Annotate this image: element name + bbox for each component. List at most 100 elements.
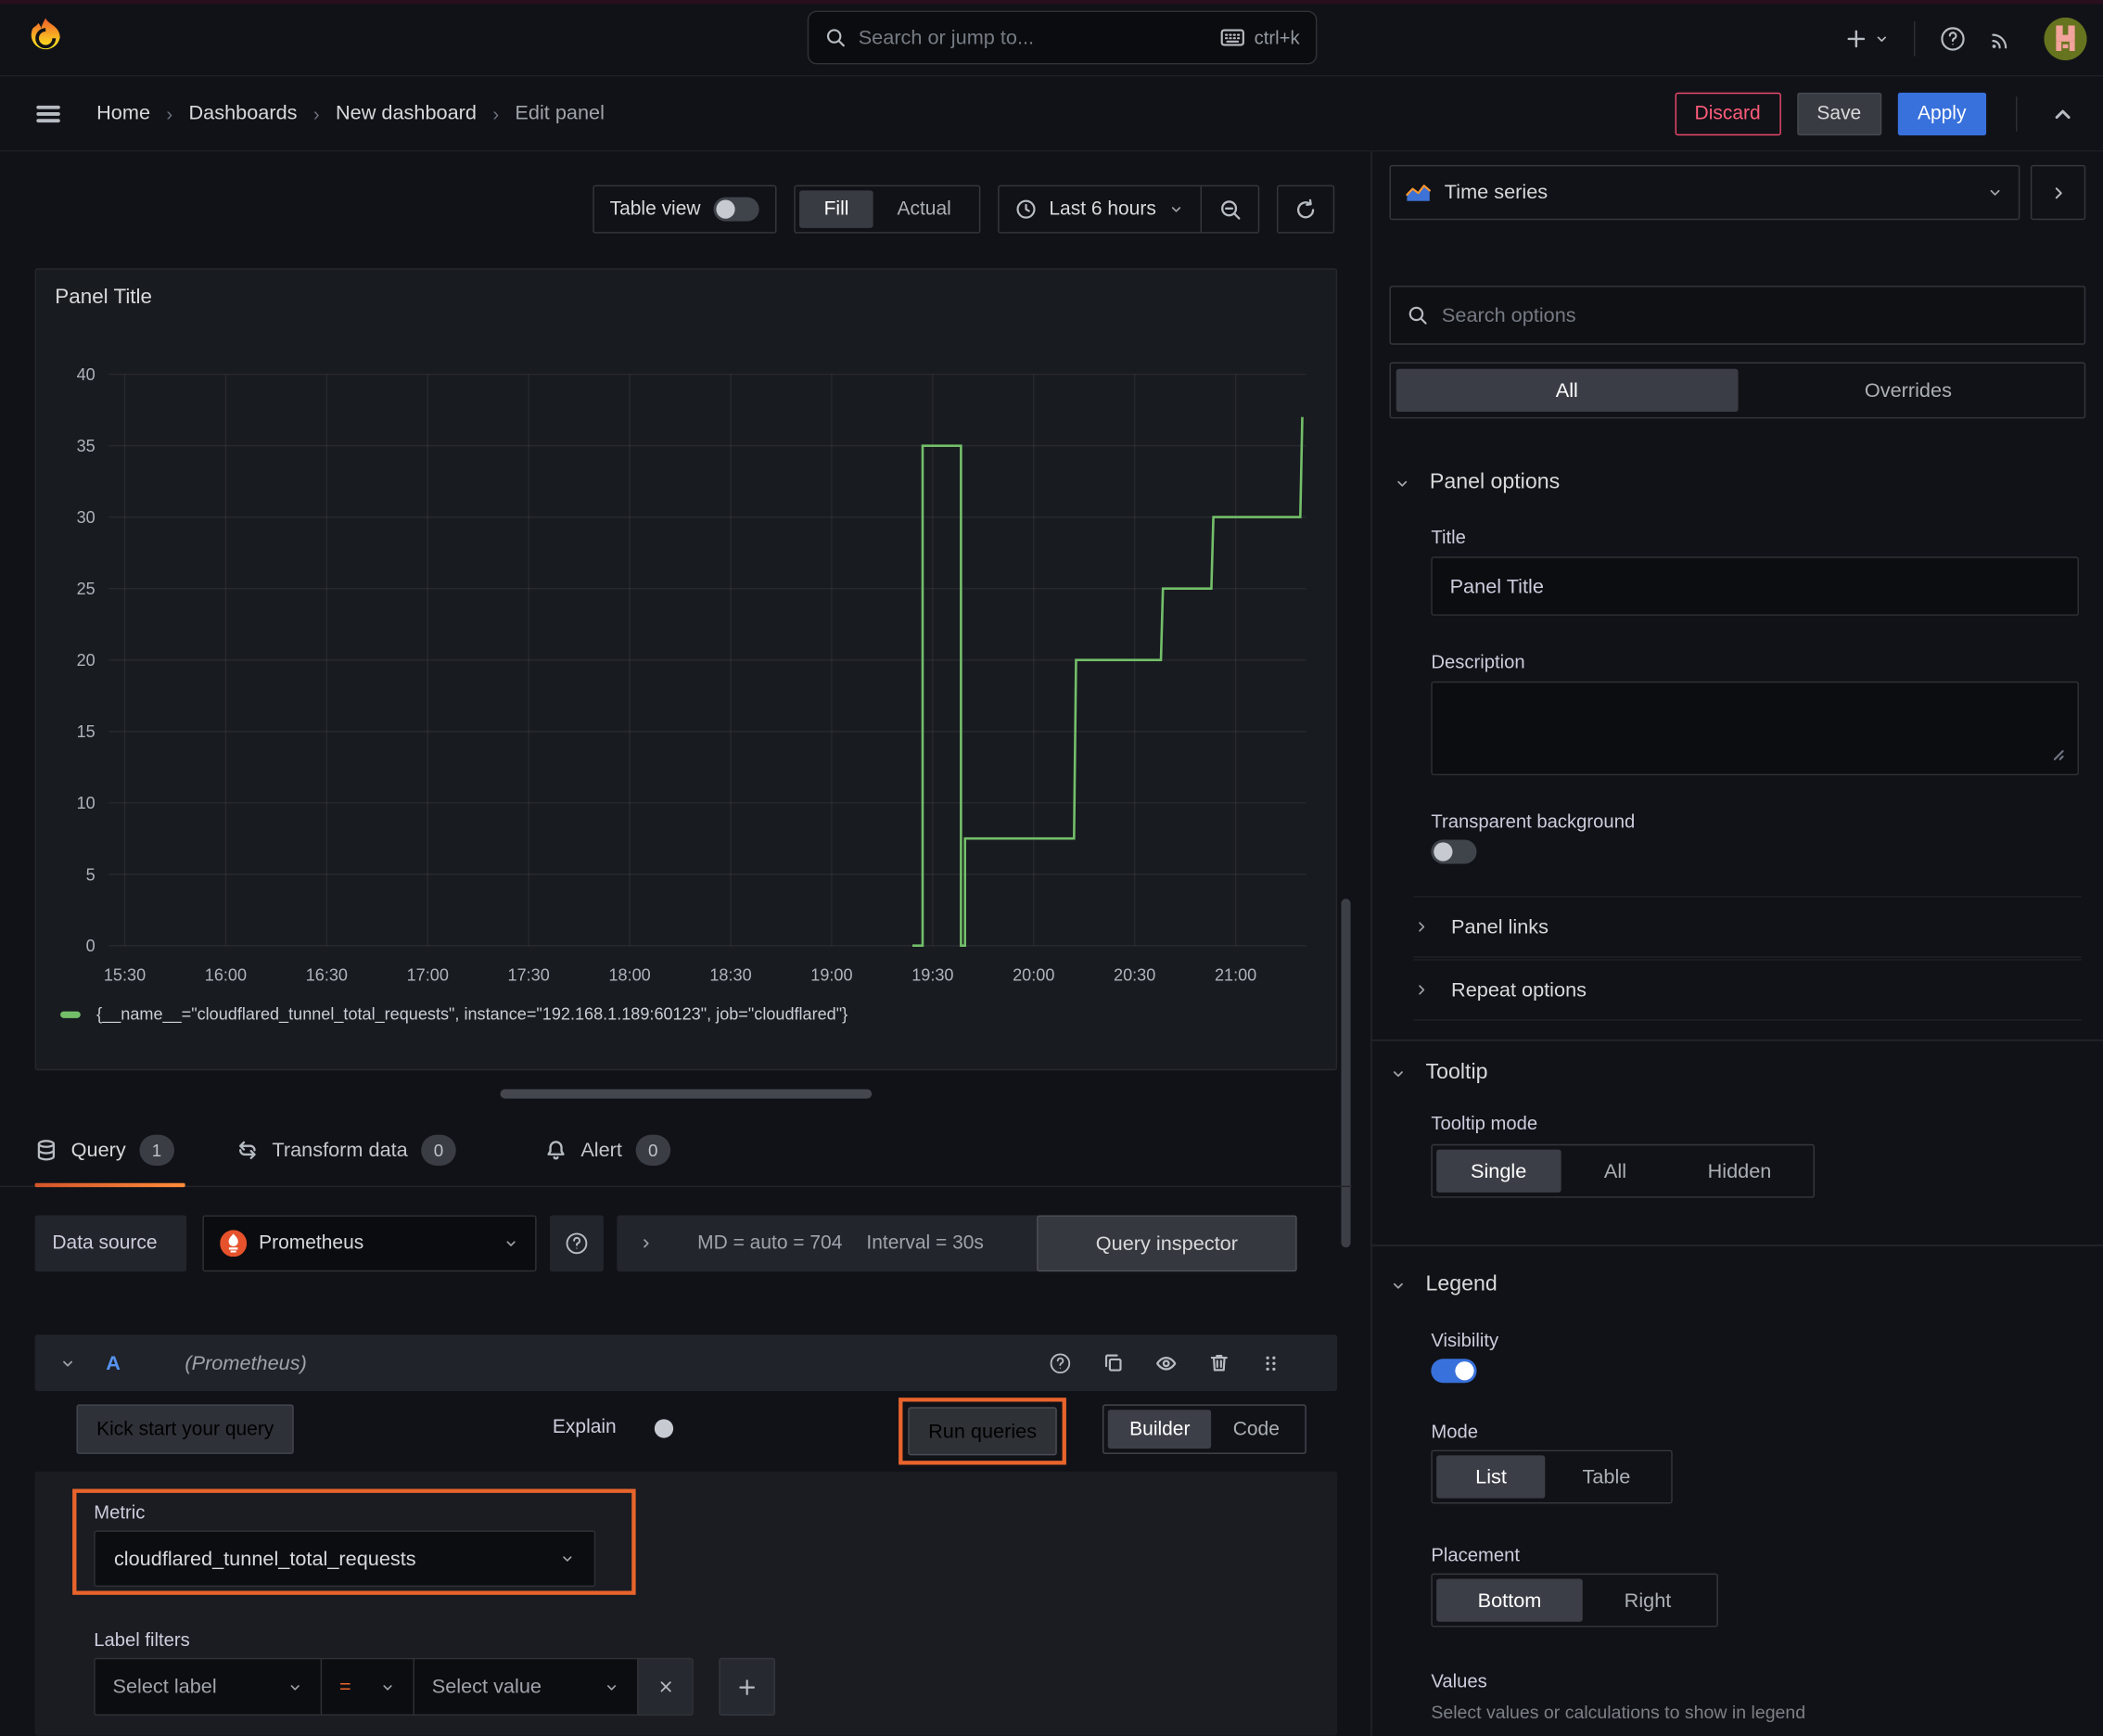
visualization-name: Time series (1444, 181, 1549, 204)
tooltip-hidden-option[interactable]: Hidden (1670, 1150, 1809, 1193)
tab-all-options[interactable]: All (1396, 368, 1738, 413)
toggle-viz-picker-button[interactable] (2030, 164, 2086, 221)
table-view-control[interactable]: Table view (592, 185, 777, 234)
add-filter-button[interactable] (719, 1657, 776, 1716)
time-series-chart[interactable]: 0 5 10 15 20 25 30 35 40 15:30 16:00 16:30 17:00 17:3… (36, 351, 1338, 997)
legend-list-option[interactable]: List (1436, 1455, 1546, 1499)
help-button[interactable] (1929, 17, 1977, 59)
topbar-divider (1914, 20, 1916, 57)
vertical-scrollbar-thumb[interactable] (1341, 899, 1351, 1248)
refresh-button[interactable] (1276, 185, 1335, 234)
chart-panel: Panel Title 0 5 10 15 20 25 30 35 40 15:30 16:00 16… (34, 268, 1338, 1071)
add-new-button[interactable] (1833, 17, 1900, 59)
collapse-query-icon[interactable] (59, 1354, 77, 1372)
tab-overrides[interactable]: Overrides (1738, 369, 2079, 412)
transparent-background-toggle[interactable] (1431, 839, 1477, 864)
panel-description-textarea[interactable] (1431, 681, 2079, 776)
breadcrumb-dashboards[interactable]: Dashboards (188, 102, 297, 125)
select-label-dropdown[interactable]: Select label (94, 1657, 323, 1716)
legend-visibility-label: Visibility (1431, 1329, 1499, 1351)
placement-right-option[interactable]: Right (1583, 1578, 1713, 1621)
run-queries-button[interactable]: Run queries (908, 1407, 1057, 1456)
query-builder-body: Metric cloudflared_tunnel_total_requests… (34, 1471, 1338, 1736)
legend-table-option[interactable]: Table (1546, 1455, 1667, 1498)
svg-text:17:30: 17:30 (508, 965, 550, 984)
apply-button[interactable]: Apply (1897, 92, 1987, 135)
table-view-label: Table view (609, 198, 701, 221)
panel-title-input[interactable] (1431, 556, 2079, 616)
search-box[interactable]: ctrl+k (807, 10, 1318, 65)
menu-icon[interactable] (35, 100, 62, 127)
placement-bottom-option[interactable]: Bottom (1436, 1578, 1583, 1622)
select-value-dropdown[interactable]: Select value (413, 1657, 639, 1716)
grafana-edit-panel-page: ctrl+k (0, 0, 2103, 1736)
chevron-down-icon (1389, 1276, 1407, 1294)
svg-text:40: 40 (77, 365, 96, 384)
chart-legend: {__name__="cloudflared_tunnel_total_requ… (60, 1004, 848, 1024)
operator-dropdown[interactable]: = (320, 1657, 414, 1716)
fill-option[interactable]: Fill (799, 190, 873, 228)
plus-icon (1844, 26, 1868, 50)
news-button[interactable] (1977, 17, 2025, 59)
hide-query-icon[interactable] (1154, 1351, 1178, 1374)
panel-options-section-header[interactable]: Panel options (1394, 463, 1560, 503)
code-option[interactable]: Code (1212, 1410, 1301, 1449)
panel-title: Panel Title (55, 286, 153, 309)
chevron-down-icon (379, 1679, 395, 1694)
visualization-picker-row: Time series (1389, 164, 2086, 221)
tooltip-all-option[interactable]: All (1561, 1150, 1670, 1193)
remove-filter-button[interactable] (637, 1657, 694, 1716)
chevron-right-icon (2048, 183, 2067, 201)
query-inspector-button[interactable]: Query inspector (1037, 1215, 1297, 1272)
delete-query-icon[interactable] (1208, 1352, 1230, 1373)
search-input[interactable] (858, 26, 1209, 49)
svg-text:16:30: 16:30 (306, 965, 348, 984)
table-view-toggle[interactable] (713, 197, 760, 222)
chevron-down-icon (1394, 474, 1411, 491)
breadcrumb-separator: › (492, 102, 500, 124)
user-avatar[interactable] (2044, 17, 2087, 60)
legend-visibility-toggle[interactable] (1431, 1359, 1477, 1384)
zoom-out-button[interactable] (1202, 186, 1258, 232)
datasource-picker[interactable]: Prometheus (202, 1215, 537, 1272)
legend-section-header[interactable]: Legend (1389, 1265, 1498, 1305)
query-ref-id: A (106, 1351, 121, 1374)
grafana-logo[interactable] (24, 16, 67, 58)
help-icon (1940, 25, 1967, 52)
panel-links-section[interactable]: Panel links (1413, 896, 2082, 958)
visualization-select[interactable]: Time series (1389, 164, 2020, 221)
tooltip-single-option[interactable]: Single (1436, 1149, 1561, 1193)
repeat-options-label: Repeat options (1451, 978, 1587, 1002)
tooltip-heading: Tooltip (1425, 1061, 1488, 1084)
chevron-right-icon (1414, 919, 1430, 935)
series-legend-label[interactable]: {__name__="cloudflared_tunnel_total_requ… (96, 1004, 848, 1023)
search-icon (1407, 304, 1428, 326)
metric-select[interactable]: cloudflared_tunnel_total_requests (94, 1530, 596, 1588)
datasource-help-button[interactable] (550, 1215, 604, 1272)
discard-button[interactable]: Discard (1674, 92, 1781, 135)
repeat-options-section[interactable]: Repeat options (1413, 959, 2082, 1021)
svg-text:5: 5 (86, 865, 96, 884)
collapse-options-icon[interactable] (2046, 97, 2079, 130)
options-search-input[interactable] (1441, 303, 2069, 327)
tooltip-section-header[interactable]: Tooltip (1389, 1053, 1487, 1092)
builder-option[interactable]: Builder (1108, 1410, 1212, 1449)
query-row-header[interactable]: A (Prometheus) (34, 1334, 1338, 1391)
breadcrumb-home[interactable]: Home (96, 102, 150, 125)
time-range-button[interactable]: Last 6 hours (1000, 186, 1201, 232)
query-help-icon[interactable] (1049, 1351, 1072, 1374)
tab-alert[interactable]: Alert 0 (523, 1113, 692, 1187)
kickstart-query-button[interactable]: Kick start your query (76, 1404, 295, 1454)
actual-option[interactable]: Actual (873, 190, 975, 227)
duplicate-query-icon[interactable] (1102, 1352, 1124, 1373)
edit-panel-header: Home › Dashboards › New dashboard › Edit… (0, 76, 2103, 152)
drag-query-icon[interactable] (1261, 1353, 1281, 1373)
builder-code-control: Builder Code (1102, 1404, 1306, 1454)
tab-transform-data[interactable]: Transform data 0 (214, 1113, 478, 1187)
panel-resize-handle[interactable] (500, 1089, 873, 1099)
tab-query[interactable]: Query 1 (34, 1113, 196, 1187)
save-button[interactable]: Save (1796, 92, 1881, 135)
chevron-down-icon (1986, 184, 2004, 201)
breadcrumb-new-dashboard[interactable]: New dashboard (336, 102, 477, 125)
options-search-box[interactable] (1389, 286, 2086, 345)
